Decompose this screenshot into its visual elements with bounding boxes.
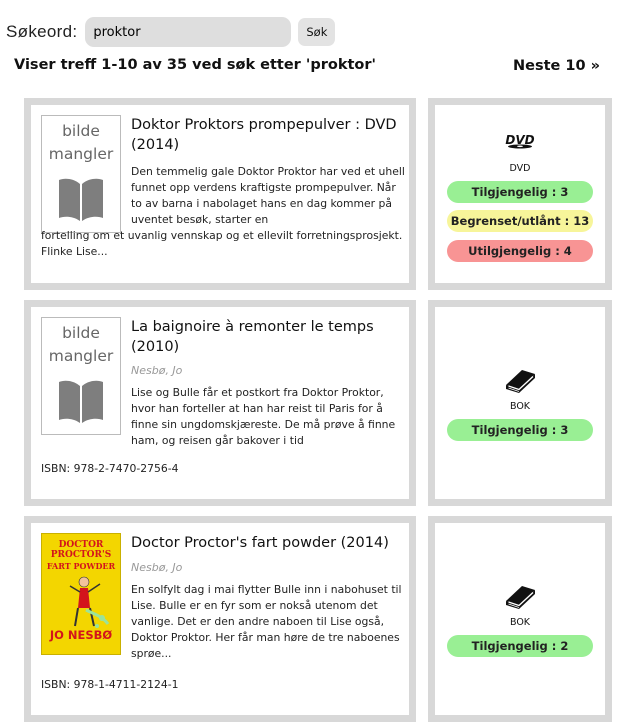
book-title[interactable]: Doktor Proktors prompepulver : DVD (2014… — [131, 115, 411, 155]
search-bar: Søkeord: Søk — [6, 16, 336, 48]
book-card: DOCTOR PROCTOR'S FART POWDER JO NESBØ Do… — [24, 516, 416, 722]
results-summary: Viser treff 1-10 av 35 ved søk etter 'pr… — [14, 57, 376, 73]
book-description: Den temmelig gale Doktor Proktor har ved… — [41, 165, 405, 258]
availability-card: DVD DVD Tilgjengelig : 3 Begrenset/utlån… — [428, 98, 612, 290]
availability-card: BOK Tilgjengelig : 3 — [428, 300, 612, 506]
book-cover-image[interactable]: DOCTOR PROCTOR'S FART POWDER JO NESBØ — [41, 533, 121, 655]
book-card: bilde mangler Doktor Proktors prompepulv… — [24, 98, 416, 290]
search-result: DOCTOR PROCTOR'S FART POWDER JO NESBØ Do… — [24, 516, 612, 722]
availability-available[interactable]: Tilgjengelig : 3 — [447, 419, 593, 441]
book-author[interactable]: Nesbø, Jo — [131, 364, 182, 377]
open-book-icon — [59, 380, 103, 423]
availability-card: BOK Tilgjengelig : 2 — [428, 516, 612, 722]
book-isbn: ISBN: 978-1-4711-2124-1 — [41, 678, 179, 691]
search-button[interactable]: Søk — [298, 18, 336, 46]
book-title[interactable]: La baignoire à remonter le temps (2010) — [131, 317, 411, 357]
cover-placeholder-text: bilde mangler — [48, 122, 114, 163]
search-label: Søkeord: — [6, 22, 78, 41]
book-description: En solfylt dag i mai flytter Bulle inn i… — [131, 583, 402, 660]
search-input[interactable] — [85, 17, 292, 47]
book-isbn: ISBN: 978-2-7470-2756-4 — [41, 462, 179, 475]
book-description: Lise og Bulle får et postkort fra Doktor… — [131, 386, 396, 447]
book-icon — [435, 581, 605, 611]
availability-unavailable[interactable]: Utilgjengelig : 4 — [447, 240, 593, 262]
media-type-label: DVD — [509, 163, 531, 174]
search-result: bilde mangler Doktor Proktors prompepulv… — [24, 98, 612, 290]
media-type-label: BOK — [509, 617, 531, 628]
next-page-link[interactable]: Neste 10 » — [513, 58, 600, 74]
book-card: bilde mangler La baignoire à remonter le… — [24, 300, 416, 506]
availability-limited[interactable]: Begrenset/utlånt : 13 — [447, 210, 593, 232]
book-author[interactable]: Nesbø, Jo — [131, 561, 182, 574]
search-result: bilde mangler La baignoire à remonter le… — [24, 300, 612, 506]
book-icon — [435, 365, 605, 395]
dvd-icon: DVD — [435, 133, 605, 149]
media-type-label: BOK — [509, 401, 531, 412]
cover-placeholder-text: bilde mangler — [48, 324, 114, 365]
availability-available[interactable]: Tilgjengelig : 3 — [447, 181, 593, 203]
availability-available[interactable]: Tilgjengelig : 2 — [447, 635, 593, 657]
book-title[interactable]: Doctor Proctor's fart powder (2014) — [131, 533, 411, 553]
cover-placeholder[interactable]: bilde mangler — [41, 317, 121, 435]
